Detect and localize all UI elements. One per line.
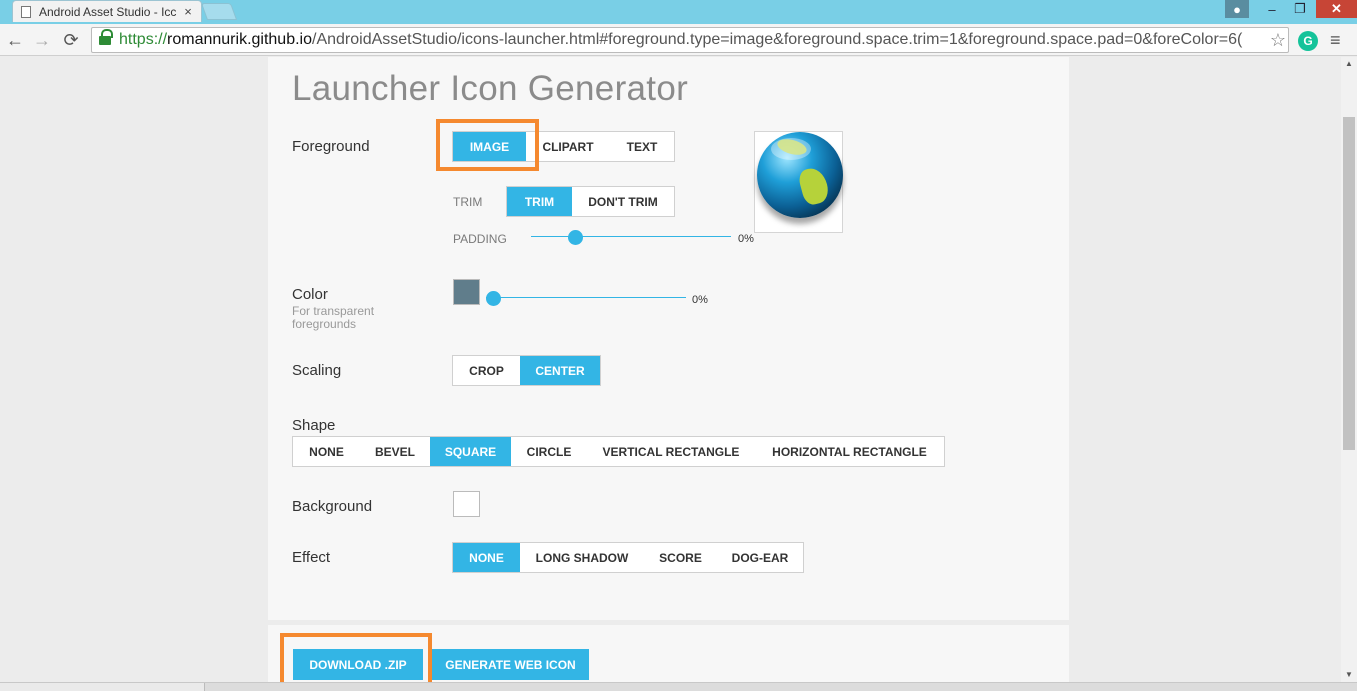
foreground-type-group: IMAGE CLIPART TEXT [452,131,675,162]
lock-icon [99,29,113,46]
padding-slider[interactable] [531,230,731,245]
maximize-button[interactable]: ❐ [1286,0,1314,18]
trim-button[interactable]: TRIM [507,187,572,216]
shape-horizontal-rectangle-button[interactable]: HORIZONTAL RECTANGLE [755,437,944,466]
shape-square-button[interactable]: SQUARE [430,437,511,466]
shape-circle-button[interactable]: CIRCLE [511,437,587,466]
color-alpha-slider[interactable] [486,291,686,306]
scroll-up-arrow-icon[interactable]: ▲ [1341,57,1357,71]
effect-score-button[interactable]: SCORE [644,543,717,572]
shape-none-button[interactable]: NONE [293,437,360,466]
scaling-center-button[interactable]: CENTER [520,356,600,385]
bookmark-star-icon[interactable]: ☆ [1270,30,1286,51]
forward-icon[interactable]: → [30,28,54,52]
foreground-image-button[interactable]: IMAGE [453,132,526,161]
download-shelf-item [0,683,205,691]
browser-menu-icon[interactable]: ≡ [1330,30,1341,51]
background-label: Background [292,498,373,515]
reload-icon[interactable]: ⟳ [59,28,83,52]
dont-trim-button[interactable]: DON'T TRIM [572,187,674,216]
page-viewport: Launcher Icon Generator Foreground IMAGE… [0,57,1341,682]
globe-image [757,132,843,218]
padding-slider-track [531,236,731,237]
color-slider-thumb[interactable] [486,291,501,306]
status-bar [0,682,1357,691]
shape-bevel-button[interactable]: BEVEL [360,437,430,466]
actions-panel: DOWNLOAD .ZIP GENERATE WEB ICON [268,625,1069,682]
scaling-label: Scaling [292,362,342,379]
settings-panel: Launcher Icon Generator Foreground IMAGE… [268,57,1069,620]
grammarly-extension-icon[interactable]: G [1298,31,1318,51]
padding-label: PADDING [453,232,507,246]
url-text: https://romannurik.github.io/AndroidAsse… [119,31,1243,48]
color-label: Color [292,286,328,303]
color-value: 0% [692,294,708,306]
browser-tab[interactable]: Android Asset Studio - Icc × [12,0,202,22]
foreground-preview [754,131,843,233]
user-icon[interactable]: ● [1225,0,1249,18]
back-icon[interactable]: ← [3,28,27,52]
page-title: Launcher Icon Generator [292,69,689,108]
close-window-button[interactable]: ✕ [1316,0,1357,18]
effect-label: Effect [292,549,331,566]
color-slider-track [486,297,686,298]
shape-group: NONE BEVEL SQUARE CIRCLE VERTICAL RECTAN… [292,436,945,467]
foreground-clipart-button[interactable]: CLIPART [526,132,610,161]
scrollbar-thumb[interactable] [1343,117,1355,450]
title-bar: Android Asset Studio - Icc × ● – ❐ ✕ [0,0,1357,24]
effect-group: NONE LONG SHADOW SCORE DOG-EAR [452,542,804,573]
color-swatch[interactable] [453,279,480,305]
shape-vertical-rectangle-button[interactable]: VERTICAL RECTANGLE [587,437,755,466]
page-icon [21,5,31,18]
new-tab-button[interactable] [200,3,238,20]
shape-label: Shape [292,417,336,434]
color-hint: For transparent foregrounds [292,304,375,331]
padding-slider-thumb[interactable] [568,230,583,245]
padding-value: 0% [738,233,754,245]
generate-web-icon-button[interactable]: GENERATE WEB ICON [432,649,589,680]
trim-group: TRIM DON'T TRIM [506,186,675,217]
tab-close-icon[interactable]: × [181,4,195,19]
foreground-label: Foreground [292,138,370,155]
background-swatch[interactable] [453,491,480,517]
scroll-down-arrow-icon[interactable]: ▼ [1341,668,1357,682]
browser-toolbar: ← → ⟳ https://romannurik.github.io/Andro… [0,24,1357,56]
page-scrollbar[interactable]: ▲ ▼ [1341,57,1357,682]
trim-label: TRIM [453,195,483,209]
minimize-button[interactable]: – [1258,0,1286,18]
effect-long-shadow-button[interactable]: LONG SHADOW [520,543,644,572]
tab-title: Android Asset Studio - Icc [39,4,177,19]
effect-none-button[interactable]: NONE [453,543,520,572]
effect-dog-ear-button[interactable]: DOG-EAR [717,543,803,572]
address-bar[interactable]: https://romannurik.github.io/AndroidAsse… [91,27,1289,53]
scaling-group: CROP CENTER [452,355,601,386]
foreground-text-button[interactable]: TEXT [610,132,674,161]
download-zip-button[interactable]: DOWNLOAD .ZIP [293,649,423,680]
scaling-crop-button[interactable]: CROP [453,356,520,385]
